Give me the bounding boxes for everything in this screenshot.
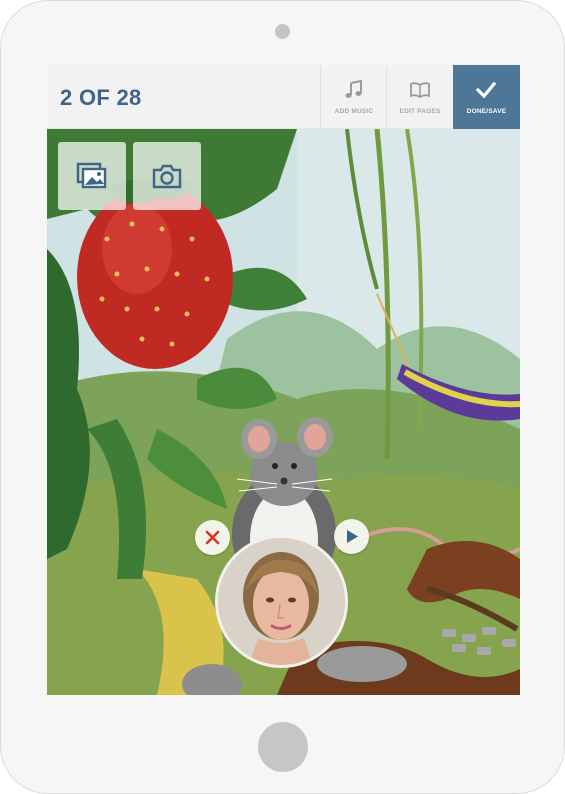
close-x-icon <box>205 530 220 545</box>
story-page-screen: 2 OF 28 ADD MUSIC EDIT PAGES DONE/SAVE <box>47 65 520 695</box>
camera-icon <box>152 164 182 189</box>
done-save-button[interactable]: DONE/SAVE <box>453 65 520 129</box>
checkmark-icon <box>475 81 497 99</box>
add-music-button[interactable]: ADD MUSIC <box>320 65 387 129</box>
home-button[interactable] <box>258 722 308 772</box>
delete-recording-button[interactable] <box>195 520 230 555</box>
edit-pages-button[interactable]: EDIT PAGES <box>386 65 453 129</box>
take-photo-button[interactable] <box>133 142 201 210</box>
add-photo-gallery-button[interactable] <box>58 142 126 210</box>
page-counter: 2 OF 28 <box>60 85 142 110</box>
play-recording-button[interactable] <box>334 519 369 554</box>
photo-gallery-icon <box>76 162 107 189</box>
tablet-frame: 2 OF 28 ADD MUSIC EDIT PAGES DONE/SAVE <box>0 0 565 794</box>
top-toolbar: 2 OF 28 ADD MUSIC EDIT PAGES DONE/SAVE <box>47 65 520 129</box>
add-music-label: ADD MUSIC <box>334 108 374 115</box>
narrator-avatar[interactable] <box>215 535 348 668</box>
narrator-photo <box>218 538 345 665</box>
edit-pages-label: EDIT PAGES <box>399 108 441 115</box>
done-save-label: DONE/SAVE <box>466 108 507 115</box>
open-book-icon <box>410 82 430 99</box>
front-camera <box>275 24 290 39</box>
play-icon <box>347 530 358 543</box>
music-note-icon <box>345 79 362 98</box>
